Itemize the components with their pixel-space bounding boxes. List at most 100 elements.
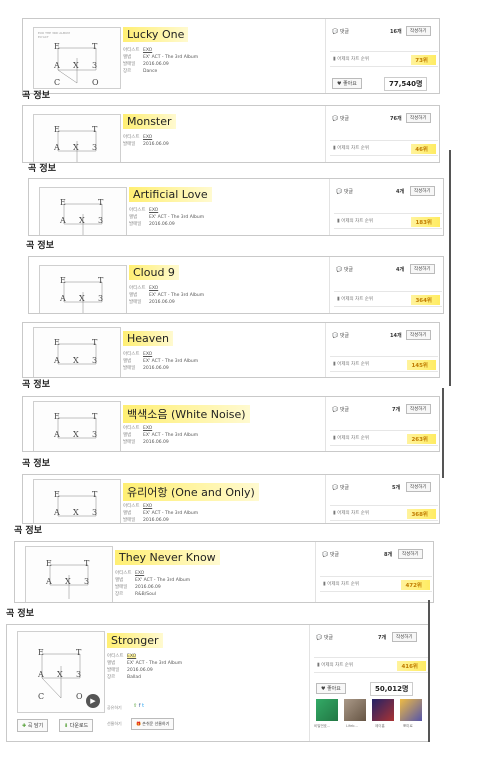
- write-comment-button[interactable]: 작성하기: [392, 632, 417, 642]
- comments-label: 💬 댓글: [336, 267, 354, 273]
- artist-link[interactable]: EXO: [127, 654, 137, 659]
- gift-label: 선물하기: [107, 721, 122, 726]
- side-panel: 💬 댓글 8개 작성하기 ▮ 어제의 차트 순위 472위: [315, 542, 433, 602]
- album-link[interactable]: EX' ACT - The 3rd Album: [143, 511, 198, 516]
- album-cover[interactable]: E T A X 3: [25, 546, 113, 602]
- album-link[interactable]: EX' ACT - The 3rd Album: [127, 661, 182, 666]
- album-cover[interactable]: E T A X 3 C O ▶: [17, 631, 105, 713]
- song-card-stronger: E T A X 3 C O ▶ Stronger 아티스트 EXO 앨범 EX' A…: [6, 624, 430, 742]
- song-meta: 아티스트 EXO 발매일 2016.06.09: [123, 135, 169, 147]
- twitter-icon[interactable]: t: [142, 703, 144, 709]
- artist-link[interactable]: EXO: [143, 135, 152, 140]
- release-date: 2016.06.09: [143, 366, 169, 371]
- song-card-artificial-love: E T A X 3 Artificial Love 아티스트 EXO 앨범 EX' …: [28, 178, 444, 236]
- comment-count: 14개: [390, 333, 402, 339]
- album-cover[interactable]: E T A X 3: [33, 401, 121, 451]
- chart-icon: ▮: [317, 662, 320, 668]
- artist-link[interactable]: EXO: [143, 48, 152, 53]
- write-comment-button[interactable]: 작성하기: [406, 113, 431, 123]
- song-title: Stronger: [107, 633, 163, 648]
- facebook-icon[interactable]: f: [139, 703, 141, 709]
- write-comment-button[interactable]: 작성하기: [406, 330, 431, 340]
- rank-value: 364위: [411, 295, 440, 305]
- cover-letter: E: [54, 490, 60, 499]
- album-cover[interactable]: E T A X 3: [39, 187, 127, 235]
- release-date: 2016.06.09: [149, 222, 175, 227]
- meta-key: 장르: [123, 69, 132, 74]
- comments-label: 💬 댓글: [336, 189, 354, 195]
- side-panel: 💬 댓글 14개 작성하기 ▮ 어제의 차트 순위 145위: [325, 323, 439, 377]
- related-thumbnail[interactable]: [344, 699, 366, 721]
- write-comment-button[interactable]: 작성하기: [410, 186, 435, 196]
- rank-value: 416위: [397, 661, 426, 671]
- cover-letter: 3: [92, 143, 98, 152]
- genre: Ballad: [127, 675, 141, 680]
- album-cover[interactable]: E T A X 3: [33, 327, 121, 377]
- related-thumbnail[interactable]: [372, 699, 394, 721]
- speech-bubble-icon: 💬: [332, 407, 339, 413]
- add-to-playlist-button[interactable]: ✚ 곡 담기: [17, 719, 49, 732]
- cover-letter: E: [54, 42, 60, 51]
- like-button[interactable]: ♥ 좋아요: [316, 683, 346, 694]
- cover-letter: E: [60, 198, 66, 207]
- comment-count: 8개: [384, 552, 393, 558]
- artist-link[interactable]: EXO: [143, 426, 152, 431]
- cover-letter: T: [76, 648, 82, 657]
- download-button[interactable]: ⬇ 다운로드: [59, 719, 94, 732]
- song-card-one-and-only: E T A X 3 유리어항 (One and Only) 아티스트 EXO 앨범…: [22, 474, 440, 524]
- artist-link[interactable]: EXO: [143, 352, 152, 357]
- rank-label: ▮ 어제의 차트 순위: [333, 435, 370, 441]
- artist-link[interactable]: EXO: [149, 208, 158, 213]
- cover-letter: 3: [76, 670, 82, 679]
- rank-label: ▮ 어제의 차트 순위: [317, 662, 354, 668]
- song-meta: 아티스트 EXO 앨범 EX' ACT - The 3rd Album 발매일 201…: [123, 47, 198, 75]
- section-header: 곡 정보: [14, 526, 42, 536]
- write-comment-button[interactable]: 작성하기: [398, 549, 423, 559]
- section-header: 곡 정보: [26, 241, 54, 251]
- rank-value: 46위: [411, 144, 436, 154]
- share-label: 공유하기: [107, 705, 122, 710]
- cover-letter: X: [73, 61, 79, 70]
- cover-letter: T: [92, 42, 98, 51]
- artist-link[interactable]: EXO: [149, 286, 158, 291]
- album-link[interactable]: EX' ACT - The 3rd Album: [135, 578, 190, 583]
- play-icon[interactable]: ▶: [86, 694, 100, 708]
- speech-bubble-icon: 💬: [336, 267, 343, 273]
- cover-letter: X: [57, 670, 63, 679]
- chart-rank-row: ▮ 어제의 차트 순위 364위: [334, 291, 442, 307]
- write-comment-button[interactable]: 작성하기: [406, 26, 431, 36]
- chart-rank-row: ▮ 어제의 차트 순위 472위: [320, 576, 432, 592]
- chart-icon: ▮: [337, 296, 340, 302]
- related-thumbnail[interactable]: [316, 699, 338, 721]
- album-cover[interactable]: E T A X 3: [33, 114, 121, 162]
- comment-count: 16개: [390, 29, 402, 35]
- artist-link[interactable]: EXO: [143, 504, 152, 509]
- write-comment-button[interactable]: 작성하기: [406, 404, 431, 414]
- side-panel: 💬 댓글 7개 작성하기 ▮ 어제의 차트 순위 416위 ♥ 좋아요 50,0…: [309, 625, 429, 741]
- album-link[interactable]: EX' ACT - The 3rd Album: [143, 433, 198, 438]
- song-card-monster: E T A X 3 Monster 아티스트 EXO 발매일 2016.06.09 …: [22, 105, 440, 163]
- write-comment-button[interactable]: 작성하기: [410, 264, 435, 274]
- artist-link[interactable]: EXO: [135, 571, 144, 576]
- related-label: 비밀번호...: [314, 724, 331, 728]
- chart-icon: ▮: [323, 581, 326, 587]
- related-thumbnail[interactable]: [400, 699, 422, 721]
- album-link[interactable]: EX' ACT - The 3rd Album: [143, 55, 198, 60]
- album-link[interactable]: EX' ACT - The 3rd Album: [149, 293, 204, 298]
- cover-letter: O: [76, 692, 83, 701]
- song-meta: 아티스트 EXO 앨범 EX' ACT - The 3rd Album 발매일 201…: [123, 352, 199, 371]
- album-link[interactable]: EX' ACT - The 3rd Album: [149, 215, 204, 220]
- like-button[interactable]: ♥ 좋아요: [332, 78, 362, 89]
- write-comment-button[interactable]: 작성하기: [406, 482, 431, 492]
- album-cover[interactable]: E T A X 3: [33, 479, 121, 523]
- song-meta: 아티스트 EXO 앨범 EX' ACT - The 3rd Album 발매일 201…: [115, 571, 191, 597]
- song-title: Lucky One: [123, 27, 189, 42]
- album-cover[interactable]: EXO THE 3RD ALBUM EX'ACT E T A X 3 C O: [33, 27, 121, 89]
- album-link[interactable]: EX' ACT - The 3rd Album: [143, 359, 198, 364]
- song-card-heaven: E T A X 3 Heaven 아티스트 EXO 앨범 EX' ACT - The…: [22, 322, 440, 378]
- gift-button[interactable]: 🎁 손쉬운 선물하기: [131, 718, 175, 730]
- related-label: 제이홉: [375, 724, 385, 728]
- album-cover[interactable]: E T A X 3: [39, 265, 127, 313]
- share-icon[interactable]: ⇪: [133, 703, 137, 709]
- song-title: They Never Know: [115, 550, 220, 565]
